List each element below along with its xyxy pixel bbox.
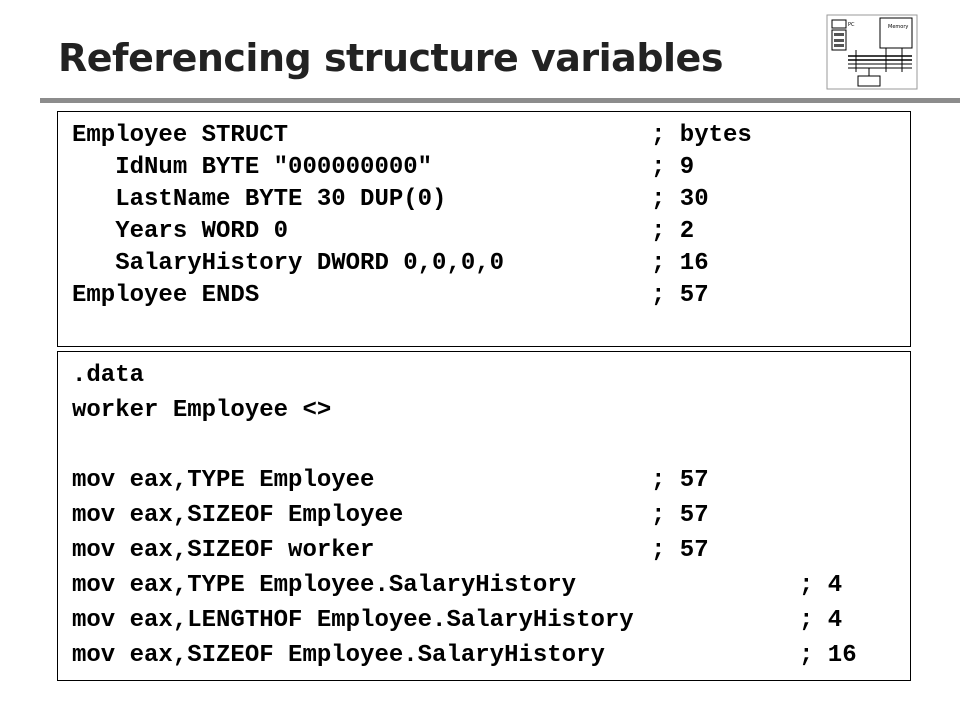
code-line: LastName BYTE 30 DUP(0); 30 bbox=[72, 186, 709, 213]
code-line: worker Employee <> bbox=[72, 397, 332, 424]
code-line: Employee STRUCT; bytes bbox=[72, 122, 752, 149]
title-divider bbox=[40, 98, 960, 103]
svg-text:Memory: Memory bbox=[888, 24, 908, 30]
code-line: IdNum BYTE "000000000"; 9 bbox=[72, 154, 695, 181]
computer-architecture-diagram-logo: PC Memory bbox=[826, 14, 918, 90]
code-line: mov eax,LENGTHOF Employee.SalaryHistory;… bbox=[72, 607, 843, 634]
data-usage-box: .data worker Employee <> mov eax,TYPE Em… bbox=[57, 351, 911, 681]
code-line: mov eax,SIZEOF Employee; 57 bbox=[72, 502, 709, 529]
code-line: Years WORD 0; 2 bbox=[72, 218, 695, 245]
code-line: Employee ENDS; 57 bbox=[72, 282, 709, 309]
slide-title: Referencing structure variables bbox=[58, 36, 723, 80]
svg-text:PC: PC bbox=[848, 22, 855, 28]
code-line: mov eax,SIZEOF Employee.SalaryHistory; 1… bbox=[72, 642, 857, 669]
code-line: .data bbox=[72, 362, 145, 389]
struct-definition-box: Employee STRUCT; bytes IdNum BYTE "00000… bbox=[57, 111, 911, 347]
code-line: SalaryHistory DWORD 0,0,0,0; 16 bbox=[72, 250, 709, 277]
code-line: mov eax,TYPE Employee; 57 bbox=[72, 467, 709, 494]
code-line: mov eax,TYPE Employee.SalaryHistory; 4 bbox=[72, 572, 843, 599]
code-line: mov eax,SIZEOF worker; 57 bbox=[72, 537, 709, 564]
